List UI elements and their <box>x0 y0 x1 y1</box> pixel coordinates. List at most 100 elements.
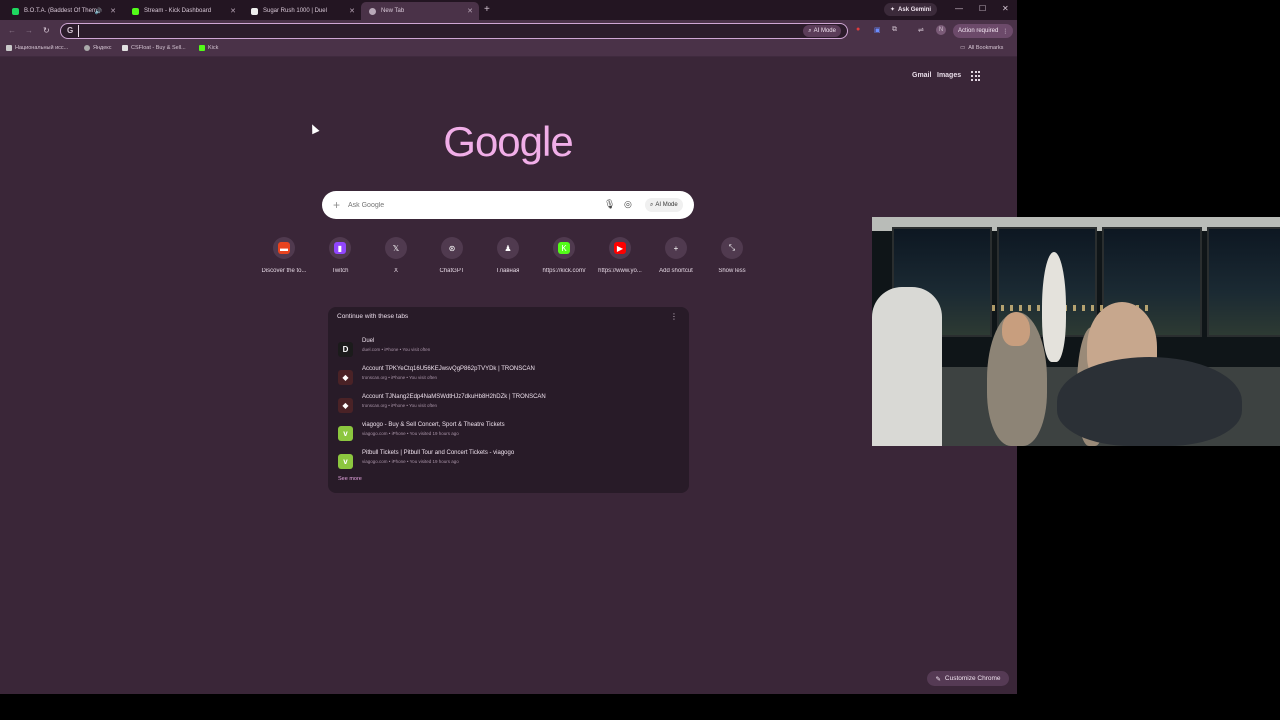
close-tab-icon[interactable]: ✕ <box>110 7 116 15</box>
shortcut-tile[interactable]: ▬ Discover the to... <box>256 237 312 274</box>
card-title: Continue with these tabs <box>337 313 409 320</box>
search-sparkle-icon: ⌕ <box>650 201 654 208</box>
chess-icon: ♟ <box>497 237 519 259</box>
shortcut-tile[interactable]: ⊛ ChatGPT <box>424 237 480 274</box>
images-link[interactable]: Images <box>937 72 961 79</box>
tab-row[interactable]: v viagogo - Buy & Sell Concert, Sport & T… <box>338 422 678 446</box>
omnibox-ai-mode-button[interactable]: ⌕ AI Mode <box>803 25 841 37</box>
close-tab-icon[interactable]: ✕ <box>230 7 236 15</box>
shortcut-label: X <box>393 268 398 274</box>
site-favicon-icon: ◆ <box>338 398 353 413</box>
ask-gemini-label: Ask Gemini <box>898 6 932 13</box>
shortcut-tile[interactable]: ♟ Главная <box>480 237 536 274</box>
shortcut-tile[interactable]: + Add shortcut <box>648 237 704 274</box>
bookmark-item[interactable]: Kick <box>199 45 218 51</box>
maximize-icon[interactable]: ☐ <box>979 4 986 13</box>
tab-row[interactable]: ◆ Account TJNang2Edp4NaMSWdtHJz7dkuHb8H2h… <box>338 394 678 418</box>
search-box[interactable]: + 🎙 ◎ ⌕ AI Mode <box>322 191 694 219</box>
shortcut-label: https://www.yo... <box>598 268 642 274</box>
bookmark-item[interactable]: CSFloat - Buy & Sell... <box>122 45 186 51</box>
site-favicon-icon: v <box>338 426 353 441</box>
google-apps-icon[interactable] <box>971 71 981 81</box>
gaming-chair <box>872 287 942 446</box>
shortcut-tile[interactable]: 𝕏X <box>368 237 424 274</box>
tab-duel[interactable]: Sugar Rush 1000 | Duel ✕ <box>243 2 361 20</box>
google-logo: Google <box>443 118 573 165</box>
see-more-link[interactable]: See more <box>338 476 362 482</box>
kick-icon: K <box>553 237 575 259</box>
tab-new-tab[interactable]: New Tab ✕ <box>361 2 479 20</box>
bookmark-label: Яндекс <box>93 45 112 51</box>
tab-row[interactable]: v Pitbull Tickets | Pitbull Tour and Conc… <box>338 450 678 474</box>
address-bar[interactable]: G ⌕ AI Mode <box>60 23 848 39</box>
customize-label: Customize Chrome <box>944 675 1001 682</box>
tab-kick-dashboard[interactable]: Stream - Kick Dashboard ✕ <box>124 2 242 20</box>
back-icon[interactable]: ← <box>8 26 16 35</box>
pencil-icon: ✎ <box>935 675 941 683</box>
row-subtitle: tronscan.org • iPhone • You visit often <box>362 403 437 408</box>
bookmark-label: CSFloat - Buy & Sell... <box>131 45 186 51</box>
bookmark-label: Kick <box>208 45 219 51</box>
reload-icon[interactable]: ↻ <box>43 26 50 35</box>
close-tab-icon[interactable]: ✕ <box>467 7 473 15</box>
search-sparkle-icon: ⌕ <box>808 27 812 34</box>
site-favicon-icon: ◆ <box>338 370 353 385</box>
tab-title: Stream - Kick Dashboard <box>144 8 212 14</box>
row-title: Account TPKYeCtq16U56KEJwsvQgP862pTVYDk … <box>362 366 535 372</box>
close-window-icon[interactable]: ✕ <box>1002 4 1009 13</box>
twitch-icon: ▮ <box>329 237 351 259</box>
ai-mode-label: AI Mode <box>655 202 678 208</box>
tab-title: Sugar Rush 1000 | Duel <box>263 8 327 14</box>
address-input[interactable] <box>78 25 778 37</box>
ask-gemini-button[interactable]: ✦ Ask Gemini <box>884 3 938 16</box>
bookmark-item[interactable]: Яндекс <box>84 45 112 51</box>
shortcut-label: Show less <box>718 268 746 274</box>
close-tab-icon[interactable]: ✕ <box>349 7 355 15</box>
ai-mode-button[interactable]: ⌕ AI Mode <box>645 198 683 212</box>
row-title: Pitbull Tickets | Pitbull Tour and Conce… <box>362 450 515 456</box>
tab-row[interactable]: ◆ Account TPKYeCtq16U56KEJwsvQgP862pTVYDk… <box>338 366 678 390</box>
tab-spotify[interactable]: B.O.T.A. (Baddest Of Them 🔊 ✕ <box>4 2 122 20</box>
row-subtitle: tronscan.org • iPhone • You visit often <box>362 375 437 380</box>
mouse-cursor <box>308 122 320 135</box>
bookmark-item[interactable]: Национальный исс... <box>6 45 68 51</box>
google-g-icon: G <box>67 26 74 35</box>
extension-translate-icon[interactable]: ▣ <box>874 26 881 34</box>
all-bookmarks-button[interactable]: ▭ All Bookmarks <box>960 45 1003 51</box>
shortcut-tile[interactable]: ⤡ Show less <box>704 237 760 274</box>
action-required-button[interactable]: Action required ⋮ <box>953 24 1014 38</box>
shortcut-label: Add shortcut <box>659 268 693 274</box>
row-title: Account TJNang2Edp4NaMSWdtHJz7dkuHb8H2hD… <box>362 394 546 400</box>
duel-favicon-icon <box>251 7 258 15</box>
customize-chrome-button[interactable]: ✎ Customize Chrome <box>927 671 1009 686</box>
forward-icon[interactable]: → <box>25 26 33 35</box>
new-tab-button[interactable]: + <box>484 4 490 15</box>
row-subtitle: viagogo.com • iPhone • You visited 19 ho… <box>362 459 459 464</box>
plus-icon: + <box>665 237 687 259</box>
cast-icon[interactable]: ⇌ <box>918 26 924 34</box>
minimize-icon[interactable]: — <box>955 4 963 13</box>
speaker-icon[interactable]: 🔊 <box>95 8 102 15</box>
gmail-link[interactable]: Gmail <box>912 72 931 79</box>
add-attachment-icon[interactable]: + <box>333 198 340 212</box>
tab-row[interactable]: D Duel duel.com • iPhone • You visit often <box>338 338 678 362</box>
chatgpt-icon: ⊛ <box>441 237 463 259</box>
shortcut-label: Discover the to... <box>261 268 307 274</box>
search-input[interactable] <box>348 198 598 212</box>
tab-title: B.O.T.A. (Baddest Of Them <box>24 8 97 14</box>
shortcut-tile[interactable]: ▶ https://www.yo... <box>592 237 648 274</box>
action-required-label: Action required <box>958 28 999 34</box>
microphone-icon[interactable]: 🎙 <box>604 199 615 210</box>
shortcut-tile[interactable]: Khttps://kick.com/ <box>536 237 592 274</box>
card-menu-icon[interactable]: ⋮ <box>670 312 678 321</box>
lens-camera-icon[interactable]: ◎ <box>624 199 632 210</box>
extensions-puzzle-icon[interactable]: ⧉ <box>892 26 897 34</box>
collapse-icon: ⤡ <box>721 237 743 259</box>
shortcut-tile[interactable]: ▮ Twitch <box>312 237 368 274</box>
tab-title: New Tab <box>381 8 405 14</box>
bookmark-label: Национальный исс... <box>15 45 69 51</box>
bookmark-favicon-icon <box>84 45 90 51</box>
continue-tabs-card: Continue with these tabs ⋮ D Duel duel.com… <box>328 307 689 493</box>
extension-record-icon[interactable]: ● <box>856 26 860 33</box>
profile-avatar-icon[interactable]: N <box>936 25 946 35</box>
